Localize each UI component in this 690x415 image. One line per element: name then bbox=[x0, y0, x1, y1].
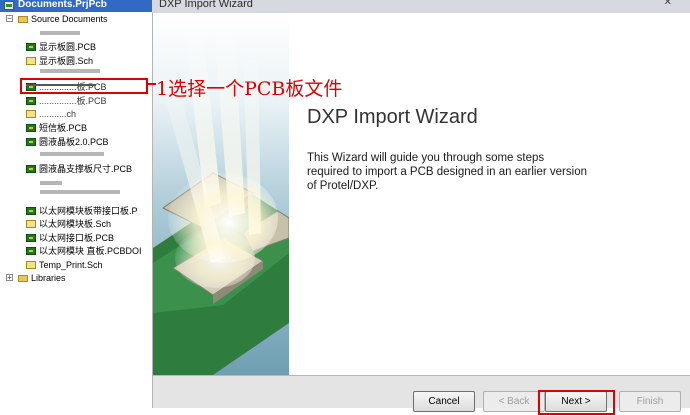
tree-item[interactable]: 圆液晶板2.0.PCB bbox=[26, 136, 109, 149]
tree-item-label: 以太网模块 直板.PCBDOI bbox=[39, 246, 142, 256]
tree-item[interactable]: 短信板.PCB bbox=[26, 122, 87, 135]
tree-item[interactable]: 显示板圆.Sch bbox=[26, 55, 93, 68]
tree-item[interactable]: ...........ch bbox=[26, 108, 76, 121]
tree-item-label: 短信板.PCB bbox=[39, 123, 88, 133]
wizard-heading: DXP Import Wizard bbox=[307, 106, 478, 128]
tree-item-label: 以太网接口板.PCB bbox=[39, 233, 115, 243]
tree-item-label: 显示板圆.PCB bbox=[39, 42, 97, 52]
annotation-text: 1选择一个PCB板文件 bbox=[156, 78, 343, 100]
collapse-icon[interactable]: − bbox=[6, 15, 13, 23]
obscured-text bbox=[40, 152, 104, 156]
tree-item[interactable]: Temp_Print.Sch bbox=[26, 259, 103, 272]
finish-button[interactable]: Finish bbox=[619, 391, 681, 412]
folder-icon bbox=[18, 275, 28, 282]
obscured-text bbox=[40, 181, 62, 185]
pcb-file-icon bbox=[26, 247, 36, 255]
folder-label: Libraries bbox=[31, 273, 66, 283]
tree-item-label: 圆液晶板2.0.PCB bbox=[39, 137, 109, 147]
pcb-illustration-icon bbox=[153, 13, 289, 375]
pcb-file-icon bbox=[26, 97, 36, 105]
tree-item[interactable]: 圆液晶支撑板尺寸.PCB bbox=[26, 163, 132, 176]
annotation-pointer-line bbox=[146, 83, 156, 85]
wizard-title-bar[interactable]: DXP Import Wizard ✕ bbox=[152, 0, 690, 13]
project-tree-panel: Documents.PrjPcb − Source Documents 显示板圆… bbox=[0, 0, 153, 408]
wizard-description: This Wizard will guide you through some … bbox=[307, 152, 587, 192]
tree-item-label: Temp_Print.Sch bbox=[39, 260, 103, 270]
tree-item[interactable]: ...............板.PCB bbox=[26, 95, 107, 108]
schematic-file-icon bbox=[26, 261, 36, 269]
tree-item[interactable]: 以太网模块板.Sch bbox=[26, 218, 111, 231]
pcb-file-icon bbox=[26, 207, 36, 215]
schematic-file-icon bbox=[26, 57, 36, 65]
obscured-text bbox=[40, 190, 120, 194]
pcb-file-icon bbox=[26, 165, 36, 173]
schematic-file-icon bbox=[26, 220, 36, 228]
next-button-highlight-box bbox=[538, 390, 615, 415]
wizard-button-bar: Cancel < Back Next > Finish bbox=[153, 375, 690, 415]
pcb-file-icon bbox=[26, 234, 36, 242]
tree-item-label: 以太网模块板带接口板.P bbox=[39, 206, 138, 216]
tree-item-label: 显示板圆.Sch bbox=[39, 56, 94, 66]
tree-item-label: ...............板.PCB bbox=[39, 96, 107, 106]
wizard-banner-image bbox=[153, 13, 289, 375]
tree-item[interactable]: 显示板圆.PCB bbox=[26, 41, 96, 54]
tree-item[interactable]: 以太网模块 直板.PCBDOI bbox=[26, 245, 142, 258]
tree-item-label: 以太网模块板.Sch bbox=[39, 219, 112, 229]
wizard-window: DXP Import Wizard This Wizard will guide… bbox=[152, 13, 690, 415]
project-root-label: Documents.PrjPcb bbox=[18, 0, 107, 10]
project-icon bbox=[4, 1, 14, 10]
obscured-text bbox=[40, 31, 80, 35]
tree-item[interactable]: 以太网模块板带接口板.P bbox=[26, 205, 138, 218]
schematic-file-icon bbox=[26, 110, 36, 118]
pcb-file-icon bbox=[26, 138, 36, 146]
tree-item[interactable]: 以太网接口板.PCB bbox=[26, 232, 114, 245]
folder-label: Source Documents bbox=[31, 14, 108, 24]
window-title: DXP Import Wizard bbox=[159, 0, 253, 10]
tree-item-label: ...........ch bbox=[39, 109, 77, 119]
close-icon[interactable]: ✕ bbox=[664, 0, 672, 8]
cancel-button[interactable]: Cancel bbox=[413, 391, 475, 412]
back-button[interactable]: < Back bbox=[483, 391, 545, 412]
selection-highlight-box bbox=[20, 78, 148, 94]
obscured-text bbox=[40, 69, 100, 73]
expand-icon[interactable]: + bbox=[6, 274, 13, 282]
pcb-file-icon bbox=[26, 43, 36, 51]
pcb-file-icon bbox=[26, 124, 36, 132]
tree-item-label: 圆液晶支撑板尺寸.PCB bbox=[39, 164, 133, 174]
folder-icon bbox=[18, 16, 28, 23]
project-tree-root-row[interactable]: Documents.PrjPcb bbox=[0, 0, 152, 12]
